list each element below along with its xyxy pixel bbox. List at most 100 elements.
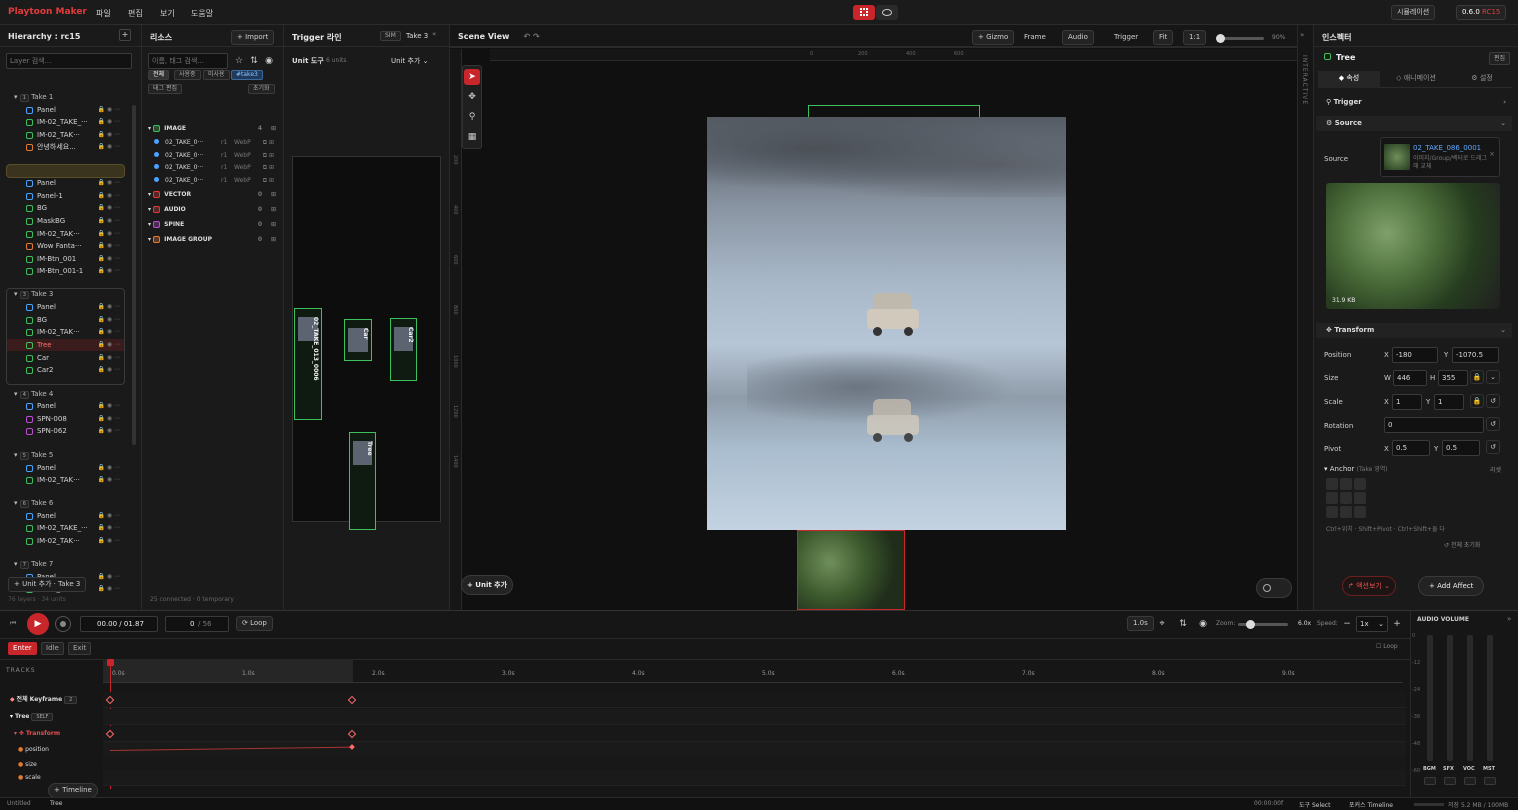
- tab-animation[interactable]: ◇ 애니메이션: [1384, 71, 1448, 88]
- add-layer-button[interactable]: +: [119, 29, 131, 41]
- lock-eye-icons[interactable]: 🔒 ◉ ⋯: [97, 129, 120, 141]
- scene-palette-toggle[interactable]: [1256, 578, 1292, 598]
- timeline-track[interactable]: ▾ ✥ Transform: [14, 728, 96, 740]
- timeline-zoom-slider[interactable]: [1238, 620, 1288, 629]
- rotation-input[interactable]: 0: [1384, 417, 1484, 433]
- menu-edit[interactable]: 편집: [128, 8, 143, 19]
- duration-button[interactable]: 1.0s: [1127, 616, 1154, 631]
- layer-item[interactable]: 안녕하세요... 🔒 ◉ ⋯: [26, 141, 124, 153]
- layer-item[interactable]: IM-02_TAK··· 🔒 ◉ ⋯: [26, 129, 124, 141]
- add-resource-icon[interactable]: ⊞: [271, 189, 276, 201]
- lock-eye-icons[interactable]: 🔒 ◉ ⋯: [97, 240, 120, 252]
- tab-settings[interactable]: ⚙ 설정: [1452, 71, 1512, 88]
- trigger-unit-card[interactable]: Tree: [349, 432, 376, 530]
- undo-redo[interactable]: ↶ ↷: [523, 32, 539, 41]
- zoom-slider[interactable]: [1216, 34, 1264, 43]
- lock-eye-icons[interactable]: 🔒 ◉ ⋯: [97, 400, 120, 412]
- resource-category[interactable]: ▾ VECTOR 0 ⊞: [148, 189, 278, 201]
- source-name-link[interactable]: 02_TAKE_086_0001: [1413, 144, 1481, 152]
- vu-meter[interactable]: [1467, 635, 1473, 761]
- tag-edit-button[interactable]: 태그 편집: [148, 84, 182, 94]
- position-y-input[interactable]: -1070.5: [1452, 347, 1499, 363]
- add-resource-icon[interactable]: ⊞: [271, 219, 276, 231]
- sort-keys-icon[interactable]: ⇅: [1175, 616, 1191, 632]
- resource-actions-icon[interactable]: ⧉ ⊞: [263, 150, 274, 162]
- one-to-one-button[interactable]: 1:1: [1183, 30, 1207, 45]
- add-resource-icon[interactable]: ⊞: [271, 123, 276, 135]
- speed-select[interactable]: 1x ⌄: [1356, 616, 1388, 632]
- lock-eye-icons[interactable]: 🔒 ◉ ⋯: [97, 202, 120, 214]
- track-lane[interactable]: [103, 709, 1406, 725]
- state-exit-tab[interactable]: Exit: [68, 642, 92, 655]
- layer-item[interactable]: Wow Fanta··· 🔒 ◉ ⋯: [26, 240, 124, 252]
- tree-object-selected[interactable]: [797, 530, 905, 610]
- add-unit-take3-button[interactable]: + Unit 추가 · Take 3: [8, 577, 87, 592]
- grid-tool-icon[interactable]: ▦: [464, 129, 480, 145]
- anchor-cell[interactable]: [1340, 478, 1352, 490]
- scene-add-unit-button[interactable]: + Unit 추가: [461, 575, 514, 595]
- zoom-slider-thumb[interactable]: [1216, 34, 1225, 43]
- layer-item[interactable]: Panel 🔒 ◉ ⋯: [26, 400, 124, 412]
- anchor-cell[interactable]: [1326, 492, 1338, 504]
- menu-view[interactable]: 보기: [160, 8, 175, 19]
- source-section[interactable]: ⚙ Source ⌄: [1316, 116, 1512, 131]
- rotation-reset-icon[interactable]: ↺: [1486, 417, 1500, 431]
- lock-eye-icons[interactable]: 🔒 ◉ ⋯: [97, 462, 120, 474]
- select-tool-icon[interactable]: ➤: [464, 69, 480, 85]
- lock-eye-icons[interactable]: 🔒 ◉ ⋯: [97, 215, 120, 227]
- state-enter-tab[interactable]: Enter: [8, 642, 37, 655]
- fit-button[interactable]: Fit: [1153, 30, 1174, 45]
- lock-eye-icons[interactable]: 🔒 ◉ ⋯: [97, 116, 120, 128]
- size-dropdown-icon[interactable]: ⌄: [1486, 370, 1500, 384]
- track-lane[interactable]: [103, 726, 1406, 742]
- reset-filter-button[interactable]: 초기화: [248, 84, 275, 94]
- resource-search-input[interactable]: 이름, 태그 검색...: [148, 53, 228, 69]
- frame-display[interactable]: 0/ 56: [165, 616, 229, 632]
- track-lane[interactable]: [103, 692, 1406, 708]
- import-button[interactable]: + Import: [231, 30, 275, 45]
- layer-item[interactable]: Panel-1 🔒 ◉ ⋯: [26, 190, 124, 202]
- resource-image-item[interactable]: 02_TAKE_0··· r1 WebP ⧉ ⊞: [154, 175, 278, 187]
- lock-eye-icons[interactable]: 🔒 ◉ ⋯: [97, 141, 120, 153]
- trigger-unit-card[interactable]: 02_TAKE_013_0006: [294, 308, 322, 420]
- anchor-cell[interactable]: [1326, 478, 1338, 490]
- frame-button[interactable]: Frame: [1018, 30, 1052, 45]
- lock-eye-icons[interactable]: 🔒 ◉ ⋯: [97, 413, 120, 425]
- trigger-section[interactable]: ⚲ Trigger ›: [1316, 95, 1512, 110]
- layer-item[interactable]: IM-02_TAK··· 🔒 ◉ ⋯: [26, 228, 124, 240]
- anchor-cell[interactable]: [1326, 506, 1338, 518]
- timeline-loop-checkbox[interactable]: ☐ Loop: [1376, 643, 1398, 650]
- offscreen-object-outline[interactable]: [808, 105, 980, 117]
- resource-category[interactable]: ▾ SPINE 0 ⊞: [148, 219, 278, 231]
- take-header[interactable]: ▾ 5 Take 5: [14, 449, 124, 461]
- pivot-reset-icon[interactable]: ↺: [1486, 440, 1500, 454]
- anchor-cell[interactable]: [1354, 478, 1366, 490]
- state-idle-tab[interactable]: Idle: [41, 642, 64, 655]
- add-affect-button[interactable]: + Add Affect: [1418, 576, 1485, 596]
- sort-icon[interactable]: ⇅: [246, 53, 262, 69]
- trigger-unit-card[interactable]: Car2: [390, 318, 417, 381]
- anchor-cell[interactable]: [1354, 492, 1366, 504]
- resource-image-item[interactable]: 02_TAKE_0··· r1 WebP ⧉ ⊞: [154, 137, 278, 149]
- move-tool-icon[interactable]: ✥: [464, 89, 480, 105]
- lock-eye-icons[interactable]: 🔒 ◉ ⋯: [97, 253, 120, 265]
- size-lock-icon[interactable]: 🔒: [1470, 370, 1484, 384]
- layer-search-input[interactable]: Layer 검색...: [6, 53, 132, 69]
- resource-category[interactable]: ▾ AUDIO 0 ⊞: [148, 204, 278, 216]
- menu-help[interactable]: 도움말: [191, 8, 213, 19]
- add-resource-icon[interactable]: ⊞: [271, 234, 276, 246]
- layer-item[interactable]: Panel 🔒 ◉ ⋯: [26, 462, 124, 474]
- time-display[interactable]: 00.00 / 01.87: [80, 616, 158, 632]
- vu-meter[interactable]: [1427, 635, 1433, 761]
- pivot-y-input[interactable]: 0.5: [1442, 440, 1480, 456]
- pivot-x-input[interactable]: 0.5: [1392, 440, 1430, 456]
- loop-label[interactable]: Loop: [250, 619, 267, 627]
- scale-lock-icon[interactable]: 🔒: [1470, 394, 1484, 408]
- vu-meter[interactable]: [1447, 635, 1453, 761]
- size-h-input[interactable]: 355: [1438, 370, 1468, 386]
- layer-item[interactable]: SPN-008 🔒 ◉ ⋯: [26, 413, 124, 425]
- lock-eye-icons[interactable]: 🔒 ◉ ⋯: [97, 177, 120, 189]
- mute-button[interactable]: [1444, 777, 1456, 785]
- lock-eye-icons[interactable]: 🔒 ◉ ⋯: [97, 535, 120, 547]
- sim-toggle[interactable]: SIM: [380, 31, 401, 41]
